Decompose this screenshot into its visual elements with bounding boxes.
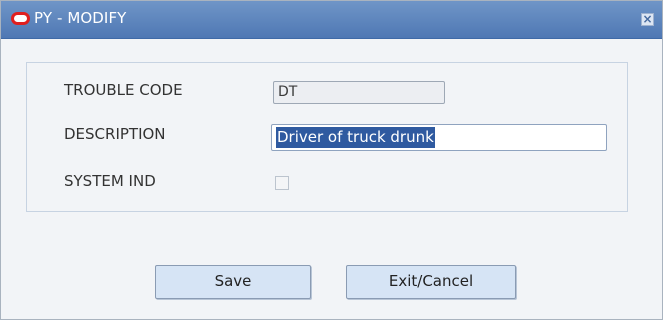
modify-dialog: PY - MODIFY × TROUBLE CODE DT DESCRIPTIO… [0,0,663,320]
trouble-code-label: TROUBLE CODE [64,81,183,99]
description-field[interactable]: Driver of truck drunk [271,124,607,151]
oracle-logo-icon [11,12,30,25]
system-ind-label: SYSTEM IND [64,172,156,190]
trouble-code-field: DT [273,81,445,104]
description-label: DESCRIPTION [64,125,166,143]
window-title: PY - MODIFY [34,9,127,27]
system-ind-checkbox[interactable] [275,176,289,190]
save-button[interactable]: Save [155,265,311,299]
title-bar: PY - MODIFY × [1,1,662,39]
description-value: Driver of truck drunk [276,127,435,148]
exit-cancel-button[interactable]: Exit/Cancel [346,265,516,299]
close-icon[interactable]: × [641,13,654,26]
